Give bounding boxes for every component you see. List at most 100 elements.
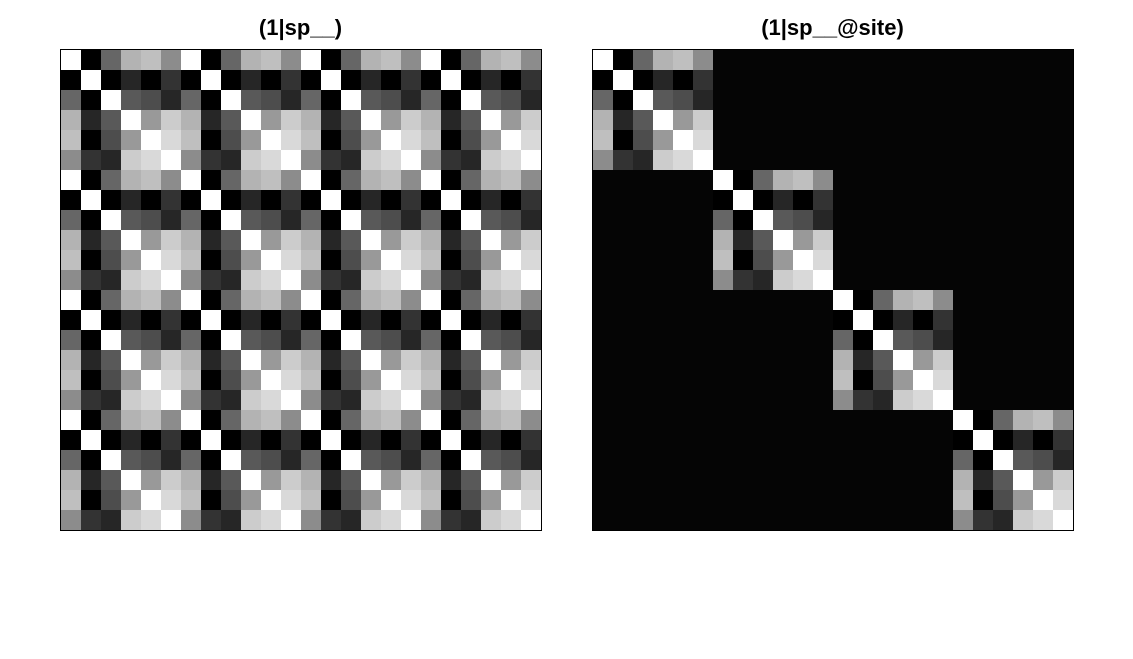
heatmap-cell — [673, 110, 693, 130]
heatmap-cell — [1013, 110, 1033, 130]
heatmap-cell — [241, 170, 261, 190]
heatmap-cell — [673, 210, 693, 230]
heatmap-sp-at-site — [592, 49, 1074, 531]
heatmap-cell — [441, 330, 461, 350]
heatmap-cell — [321, 350, 341, 370]
heatmap-cell — [693, 190, 713, 210]
heatmap-cell — [401, 310, 421, 330]
heatmap-cell — [1053, 330, 1073, 350]
heatmap-cell — [933, 490, 953, 510]
heatmap-cell — [461, 230, 481, 250]
heatmap-cell — [81, 450, 101, 470]
heatmap-cell — [241, 370, 261, 390]
heatmap-cell — [381, 490, 401, 510]
heatmap-cell — [733, 70, 753, 90]
heatmap-cell — [833, 510, 853, 530]
heatmap-cell — [101, 490, 121, 510]
heatmap-cell — [461, 470, 481, 490]
heatmap-cell — [913, 210, 933, 230]
heatmap-cell — [1053, 310, 1073, 330]
heatmap-cell — [261, 490, 281, 510]
heatmap-cell — [101, 70, 121, 90]
heatmap-cell — [593, 290, 613, 310]
heatmap-cell — [161, 50, 181, 70]
heatmap-cell — [301, 190, 321, 210]
heatmap-cell — [1033, 110, 1053, 130]
heatmap-cell — [521, 370, 541, 390]
heatmap-cell — [261, 110, 281, 130]
heatmap-cell — [713, 370, 733, 390]
heatmap-cell — [673, 290, 693, 310]
heatmap-cell — [461, 430, 481, 450]
heatmap-cell — [341, 290, 361, 310]
heatmap-cell — [81, 150, 101, 170]
heatmap-cell — [773, 130, 793, 150]
heatmap-cell — [873, 310, 893, 330]
heatmap-cell — [833, 330, 853, 350]
heatmap-cell — [773, 270, 793, 290]
heatmap-cell — [201, 250, 221, 270]
heatmap-cell — [613, 470, 633, 490]
heatmap-cell — [261, 90, 281, 110]
heatmap-cell — [61, 270, 81, 290]
heatmap-cell — [873, 430, 893, 450]
heatmap-cell — [421, 510, 441, 530]
heatmap-cell — [673, 70, 693, 90]
heatmap-cell — [593, 330, 613, 350]
heatmap-cell — [381, 90, 401, 110]
heatmap-cell — [61, 470, 81, 490]
heatmap-cell — [341, 150, 361, 170]
heatmap-cell — [773, 470, 793, 490]
heatmap-cell — [993, 250, 1013, 270]
heatmap-cell — [61, 510, 81, 530]
heatmap-cell — [693, 350, 713, 370]
heatmap-cell — [873, 50, 893, 70]
heatmap-cell — [1053, 190, 1073, 210]
heatmap-cell — [593, 370, 613, 390]
heatmap-cell — [261, 310, 281, 330]
heatmap-cell — [161, 170, 181, 190]
heatmap-cell — [873, 410, 893, 430]
heatmap-cell — [713, 130, 733, 150]
heatmap-cell — [161, 270, 181, 290]
heatmap-cell — [201, 230, 221, 250]
heatmap-cell — [933, 350, 953, 370]
heatmap-cell — [61, 90, 81, 110]
heatmap-cell — [873, 250, 893, 270]
heatmap-cell — [593, 510, 613, 530]
heatmap-cell — [813, 90, 833, 110]
heatmap-cell — [973, 470, 993, 490]
heatmap-cell — [693, 50, 713, 70]
heatmap-cell — [361, 90, 381, 110]
heatmap-cell — [61, 330, 81, 350]
heatmap-cell — [813, 230, 833, 250]
heatmap-cell — [673, 490, 693, 510]
heatmap-cell — [401, 470, 421, 490]
heatmap-cell — [461, 50, 481, 70]
heatmap-cell — [953, 50, 973, 70]
heatmap-cell — [793, 130, 813, 150]
heatmap-cell — [633, 70, 653, 90]
heatmap-cell — [973, 330, 993, 350]
heatmap-cell — [121, 390, 141, 410]
heatmap-cell — [633, 470, 653, 490]
heatmap-cell — [1013, 330, 1033, 350]
heatmap-cell — [833, 290, 853, 310]
heatmap-cell — [221, 70, 241, 90]
heatmap-cell — [993, 330, 1013, 350]
heatmap-cell — [613, 270, 633, 290]
heatmap-cell — [1053, 70, 1073, 90]
heatmap-cell — [61, 490, 81, 510]
heatmap-cell — [421, 50, 441, 70]
heatmap-cell — [481, 450, 501, 470]
heatmap-cell — [833, 210, 853, 230]
heatmap-cell — [81, 230, 101, 250]
heatmap-cell — [913, 470, 933, 490]
heatmap-cell — [381, 290, 401, 310]
heatmap-cell — [693, 430, 713, 450]
heatmap-cell — [733, 450, 753, 470]
heatmap-cell — [633, 410, 653, 430]
heatmap-cell — [221, 470, 241, 490]
heatmap-cell — [833, 310, 853, 330]
heatmap-cell — [1033, 390, 1053, 410]
